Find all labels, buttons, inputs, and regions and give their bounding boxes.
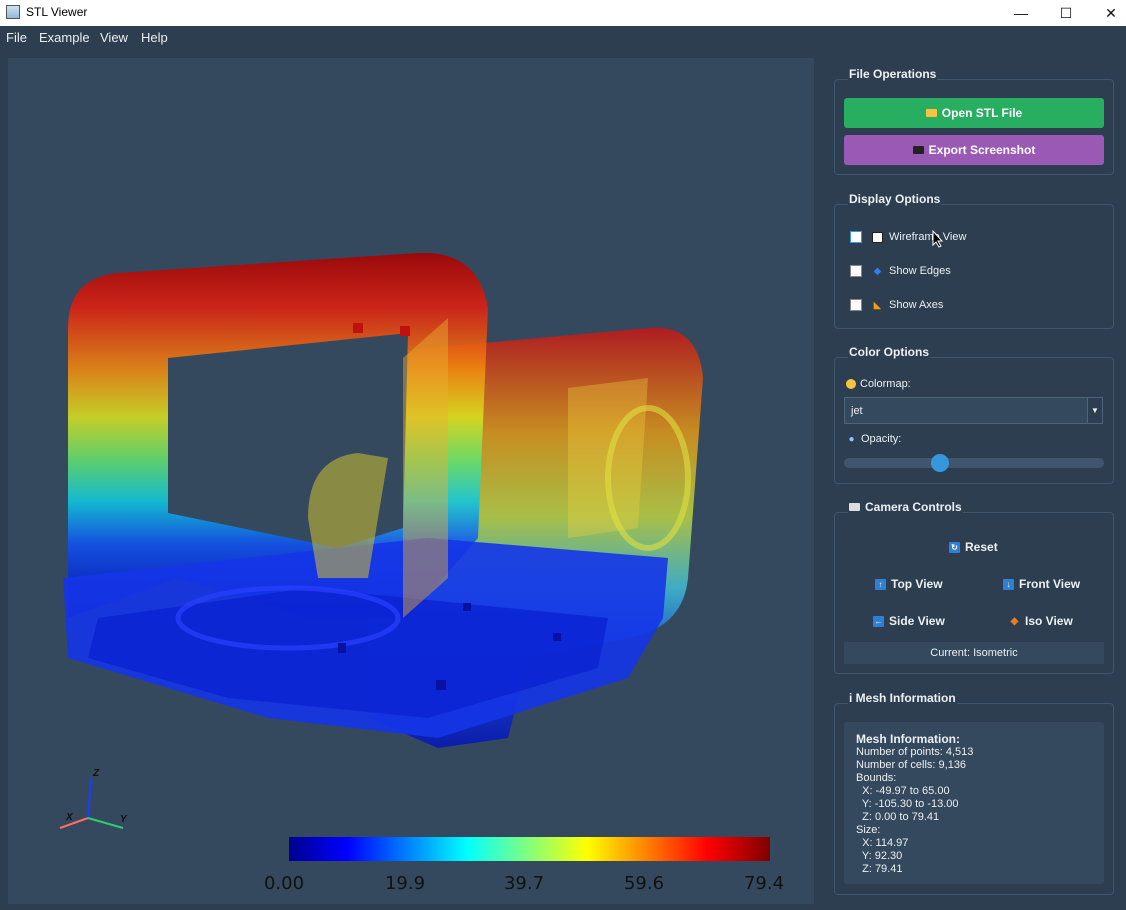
mesh-info-line: Size: bbox=[856, 824, 881, 836]
menu-bar: File Example View Help bbox=[0, 26, 1126, 50]
mesh-info-line: X: 114.97 bbox=[856, 837, 909, 849]
front-view-label: Front View bbox=[1019, 577, 1081, 591]
iso-view-label: Iso View bbox=[1025, 614, 1073, 628]
show-edges-checkbox[interactable] bbox=[850, 265, 862, 277]
wireframe-checkbox[interactable] bbox=[850, 231, 862, 243]
colorbar-tick-label: 59.6 bbox=[623, 873, 665, 894]
reset-camera-button[interactable]: ↻ Reset bbox=[949, 540, 998, 554]
arrow-down-icon: ↓ bbox=[1003, 578, 1014, 590]
show-axes-checkbox-row[interactable]: ◣ Show Axes bbox=[850, 299, 943, 311]
app-icon bbox=[6, 5, 20, 19]
orange-diamond-icon: ◆ bbox=[1010, 615, 1019, 627]
show-axes-checkbox[interactable] bbox=[850, 299, 862, 311]
show-edges-label: Show Edges bbox=[889, 265, 951, 277]
window-title: STL Viewer bbox=[26, 5, 88, 19]
wireframe-checkbox-row[interactable]: Wireframe View bbox=[850, 231, 966, 243]
title-bar: STL Viewer — ☐ ✕ bbox=[0, 0, 1126, 26]
colorbar bbox=[289, 837, 770, 861]
color-options-title: Color Options bbox=[848, 345, 930, 359]
top-view-button[interactable]: ↑ Top View bbox=[875, 577, 943, 591]
top-view-label: Top View bbox=[891, 577, 943, 591]
iso-view-button[interactable]: ◆ Iso View bbox=[1009, 614, 1073, 628]
minimize-icon: — bbox=[1014, 5, 1028, 21]
file-operations-title: File Operations bbox=[848, 67, 938, 81]
triangle-ruler-icon: ◣ bbox=[873, 299, 882, 311]
export-screenshot-label: Export Screenshot bbox=[928, 143, 1036, 157]
close-button[interactable]: ✕ bbox=[1088, 0, 1126, 26]
current-view-indicator: Current: Isometric bbox=[844, 642, 1104, 664]
show-edges-checkbox-row[interactable]: ◆ Show Edges bbox=[850, 265, 951, 277]
palette-icon bbox=[846, 379, 856, 389]
arrow-up-icon: ↑ bbox=[875, 578, 886, 590]
maximize-icon: ☐ bbox=[1059, 4, 1073, 21]
camera-icon bbox=[912, 146, 924, 154]
mesh-info-line: Z: 0.00 to 79.41 bbox=[856, 811, 940, 823]
maximize-button[interactable]: ☐ bbox=[1043, 0, 1089, 26]
axis-x-label: X bbox=[66, 812, 73, 823]
menu-file[interactable]: File bbox=[6, 30, 27, 45]
mesh-info-line: Z: 79.41 bbox=[856, 863, 903, 875]
show-axes-label: Show Axes bbox=[889, 299, 944, 311]
open-stl-label: Open STL File bbox=[941, 106, 1023, 120]
colorbar-tick-label: 79.4 bbox=[743, 873, 785, 894]
close-icon: ✕ bbox=[1105, 4, 1117, 21]
colormap-label: Colormap: bbox=[860, 378, 911, 390]
colormap-value: jet bbox=[851, 405, 863, 417]
magnifier-icon: ● bbox=[848, 433, 855, 445]
mesh-info-title: i Mesh Information bbox=[848, 691, 957, 705]
minimize-button[interactable]: — bbox=[998, 0, 1044, 26]
menu-example[interactable]: Example bbox=[39, 30, 90, 45]
chevron-down-icon: ▼ bbox=[1087, 398, 1102, 423]
side-view-button[interactable]: ← Side View bbox=[873, 614, 945, 628]
render-viewport[interactable]: 0.00 19.9 39.7 59.6 79.4 Z Y X bbox=[8, 58, 814, 904]
opacity-slider[interactable] bbox=[844, 454, 1104, 472]
refresh-icon: ↻ bbox=[949, 541, 960, 553]
opacity-label: Opacity: bbox=[861, 433, 902, 445]
stl-model-render bbox=[59, 252, 770, 861]
mouse-cursor-icon bbox=[932, 230, 944, 248]
menu-help[interactable]: Help bbox=[141, 30, 168, 45]
camera-controls-title: Camera Controls bbox=[865, 500, 962, 514]
axis-y-label: Y bbox=[120, 814, 127, 825]
opacity-label-row: ● Opacity: bbox=[846, 433, 901, 445]
colorbar-tick-label: 39.7 bbox=[503, 873, 545, 894]
arrow-left-icon: ← bbox=[873, 615, 884, 627]
colorbar-tick-label: 19.9 bbox=[384, 873, 426, 894]
folder-icon bbox=[925, 109, 937, 117]
mesh-info-line: Number of points: 4,513 bbox=[856, 746, 974, 758]
display-options-title: Display Options bbox=[848, 192, 942, 206]
front-view-button[interactable]: ↓ Front View bbox=[1003, 577, 1080, 591]
colorbar-tick-label: 0.00 bbox=[263, 873, 305, 894]
export-screenshot-button[interactable]: Export Screenshot bbox=[844, 135, 1104, 165]
mesh-info-heading: Mesh Information: bbox=[856, 732, 960, 746]
camera-icon bbox=[849, 503, 860, 511]
menu-view[interactable]: View bbox=[100, 30, 128, 45]
side-view-label: Side View bbox=[889, 614, 945, 628]
camera-controls-title-row: Camera Controls bbox=[848, 500, 963, 514]
wireframe-label: Wireframe View bbox=[889, 231, 967, 243]
mesh-info-line: Number of cells: 9,136 bbox=[856, 759, 967, 771]
mesh-info-line: Y: 92.30 bbox=[856, 850, 903, 862]
mesh-info-line: X: -49.97 to 65.00 bbox=[856, 785, 950, 797]
reset-label: Reset bbox=[965, 540, 998, 554]
colormap-select[interactable]: jet ▼ bbox=[844, 397, 1103, 424]
mesh-info-line: Y: -105.30 to -13.00 bbox=[856, 798, 959, 810]
mesh-info-line: Bounds: bbox=[856, 772, 897, 784]
square-icon bbox=[872, 231, 883, 243]
mesh-info-box: Mesh Information: Number of points: 4,51… bbox=[844, 722, 1104, 884]
axis-z-label: Z bbox=[93, 768, 100, 779]
diamond-icon: ◆ bbox=[873, 265, 882, 277]
open-stl-button[interactable]: Open STL File bbox=[844, 98, 1104, 128]
colormap-label-row: Colormap: bbox=[846, 378, 911, 390]
